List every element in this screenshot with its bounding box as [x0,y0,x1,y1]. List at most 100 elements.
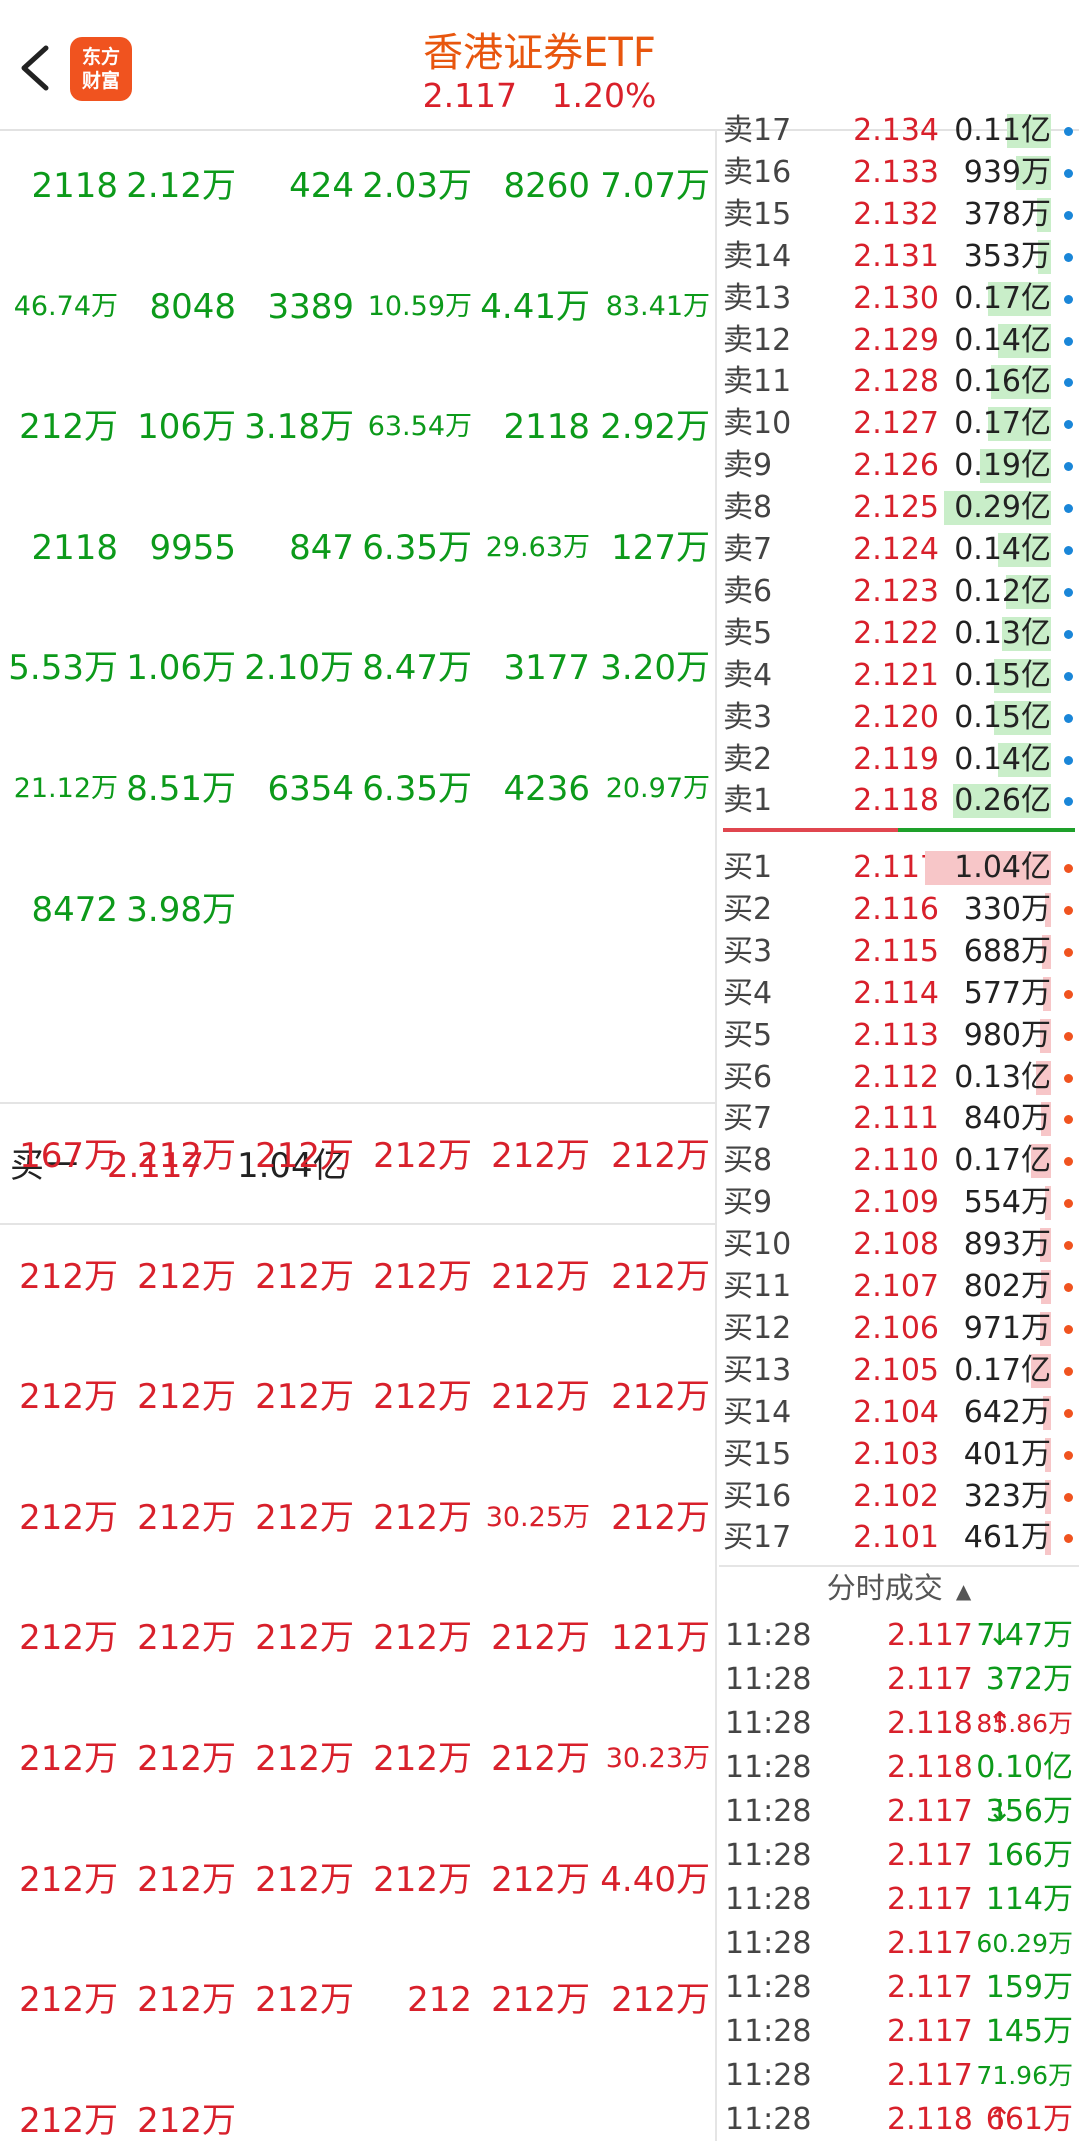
bid-level-row[interactable]: 买15 2.103 401万 [719,1434,1079,1476]
bid-level-row[interactable]: 买7 2.111 840万 [719,1098,1079,1140]
bid-level-row[interactable]: 买12 2.106 971万 [719,1308,1079,1350]
level-volume: 0.14亿 [954,532,1051,567]
level-dot-icon [1064,864,1073,873]
queue-order-cell: 167万 [19,1136,118,1176]
ask-level-row[interactable]: 卖9 2.126 0.19亿 [719,445,1079,487]
trade-row: 11:28 2.117 166万 [719,1835,1079,1877]
ask-level-row[interactable]: 卖8 2.125 0.29亿 [719,487,1079,529]
level-volume: 0.14亿 [954,741,1051,777]
trade-volume: 661万 [985,2102,1073,2137]
level-volume: 0.17亿 [954,1143,1051,1179]
level-label: 卖5 [723,615,773,651]
queue-order-cell: 8.51万 [126,769,236,809]
queue-order-cell: 212万 [137,1136,236,1176]
level-volume: 0.19亿 [954,448,1051,484]
bid-level-row[interactable]: 买13 2.105 0.17亿 [719,1350,1079,1392]
queue-order-cell: 212万 [491,1618,590,1659]
queue-order-cell: 8048 [149,286,236,327]
level-volume: 0.17亿 [954,280,1051,316]
level-dot-icon [1064,989,1073,999]
bid-level-row[interactable]: 买11 2.107 802万 [719,1266,1079,1308]
trade-volume: 166万 [985,1838,1073,1873]
order-book-panel[interactable]: 卖17 2.134 0.11亿 卖16 2.133 939万 卖15 2.132 378万 卖14… [719,113,1079,2141]
trade-volume: 7.47万 [976,1618,1073,1653]
queue-order-cell: 212万 [255,1980,354,2021]
ask-level-row[interactable]: 卖14 2.131 353万 [719,236,1079,278]
trade-time: 11:28 [725,1882,812,1917]
trade-time: 11:28 [725,1706,812,1741]
level-volume: 802万 [963,1269,1051,1304]
ask-level-row[interactable]: 卖2 2.119 0.14亿 [719,739,1079,781]
level-volume: 0.26亿 [954,783,1051,819]
ask-level-row[interactable]: 卖3 2.120 0.15亿 [719,697,1079,739]
trade-time: 11:28 [725,2014,812,2049]
level-volume: 0.16亿 [954,364,1051,400]
ask-level-row[interactable]: 卖12 2.129 0.14亿 [719,320,1079,362]
queue-order-cell: 212万 [19,1739,118,1779]
level-dot-icon [1064,1366,1073,1376]
level-label: 卖7 [723,532,773,567]
ask-level-row[interactable]: 卖4 2.121 0.15亿 [719,655,1079,697]
bid-level-row[interactable]: 买14 2.104 642万 [719,1392,1079,1434]
level-volume: 980万 [963,1017,1051,1053]
queue-order-cell: 63.54万 [367,411,472,443]
level-volume: 1.04亿 [954,850,1051,885]
bid-level-row[interactable]: 买10 2.108 893万 [719,1224,1079,1266]
ask-level-row[interactable]: 卖17 2.134 0.11亿 [719,110,1079,152]
bid-level-row[interactable]: 买17 2.101 461万 [719,1517,1079,1559]
queue-order-cell: 212万 [373,1377,472,1418]
trade-volume: 145万 [985,2014,1073,2049]
level-price: 2.108 [853,1227,939,1263]
queue-order-cell: 212 [407,1980,472,2021]
bid-level-row[interactable]: 买4 2.114 577万 [719,973,1079,1015]
trade-row: 11:28 2.117 ↓ 7.47万 [719,1615,1079,1657]
bid-level-row[interactable]: 买9 2.109 554万 [719,1182,1079,1224]
ask-level-row[interactable]: 卖1 2.118 0.26亿 [719,780,1079,822]
queue-order-cell: 212万 [611,1980,710,2021]
queue-order-cell: 30.25万 [485,1501,590,1533]
level-dot-icon [1064,947,1073,957]
bid-level-row[interactable]: 买16 2.102 323万 [719,1476,1079,1518]
ask-level-row[interactable]: 卖16 2.133 939万 [719,152,1079,194]
bid-ask-divider [723,828,1075,832]
caret-up-icon: ▲ [955,1579,972,1603]
ask-level-row[interactable]: 卖10 2.127 0.17亿 [719,403,1079,445]
level-volume: 688万 [963,933,1051,969]
level-label: 卖3 [723,699,773,735]
queue-order-cell: 212万 [255,1497,354,1538]
queue-order-cell: 212万 [611,1256,710,1297]
order-queue-panel[interactable]: 2118 2.12万 424 2.03万 8260 7.07万 46.74万 8048 3389… [0,131,717,2141]
queue-order-cell: 212万 [19,1256,118,1297]
queue-order-cell: 8.47万 [362,648,472,689]
level-price: 2.110 [853,1143,939,1179]
ask-level-row[interactable]: 卖6 2.123 0.12亿 [719,571,1079,613]
ask-level-row[interactable]: 卖11 2.128 0.16亿 [719,361,1079,403]
queue-order-cell: 7.07万 [600,166,710,206]
level-price: 2.133 [853,154,939,190]
queue-order-cell: 212万 [19,1497,118,1538]
bid-level-row[interactable]: 买8 2.110 0.17亿 [719,1140,1079,1182]
divider [0,1102,717,1104]
queue-order-cell: 212万 [491,1980,590,2021]
level-price: 2.113 [853,1017,939,1053]
ask-level-row[interactable]: 卖7 2.124 0.14亿 [719,529,1079,571]
level-price: 2.125 [853,490,939,526]
bid-level-row[interactable]: 买5 2.113 980万 [719,1015,1079,1057]
trade-row: 11:28 2.117 145万 [719,2011,1079,2053]
level-price: 2.130 [853,280,939,316]
bid-level-row[interactable]: 买3 2.115 688万 [719,931,1079,973]
queue-order-cell: 10.59万 [367,290,472,322]
level-dot-icon [1064,1492,1073,1502]
ask-level-row[interactable]: 卖5 2.122 0.13亿 [719,613,1079,655]
ask-level-row[interactable]: 卖13 2.130 0.17亿 [719,278,1079,320]
trade-price: 2.117 [887,1926,973,1961]
trades-header-toggle[interactable]: 分时成交 ▲ [719,1565,1079,1607]
bid-level-row[interactable]: 买6 2.112 0.13亿 [719,1057,1079,1099]
queue-order-cell: 121万 [611,1618,710,1659]
trade-price: 2.117 [887,2014,973,2049]
level-dot-icon [1064,713,1073,723]
bid-level-row[interactable]: 买2 2.116 330万 [719,889,1079,931]
level-dot-icon [1064,1534,1073,1544]
ask-level-row[interactable]: 卖15 2.132 378万 [719,194,1079,236]
bid-level-row[interactable]: 买1 2.117 1.04亿 [719,847,1079,889]
